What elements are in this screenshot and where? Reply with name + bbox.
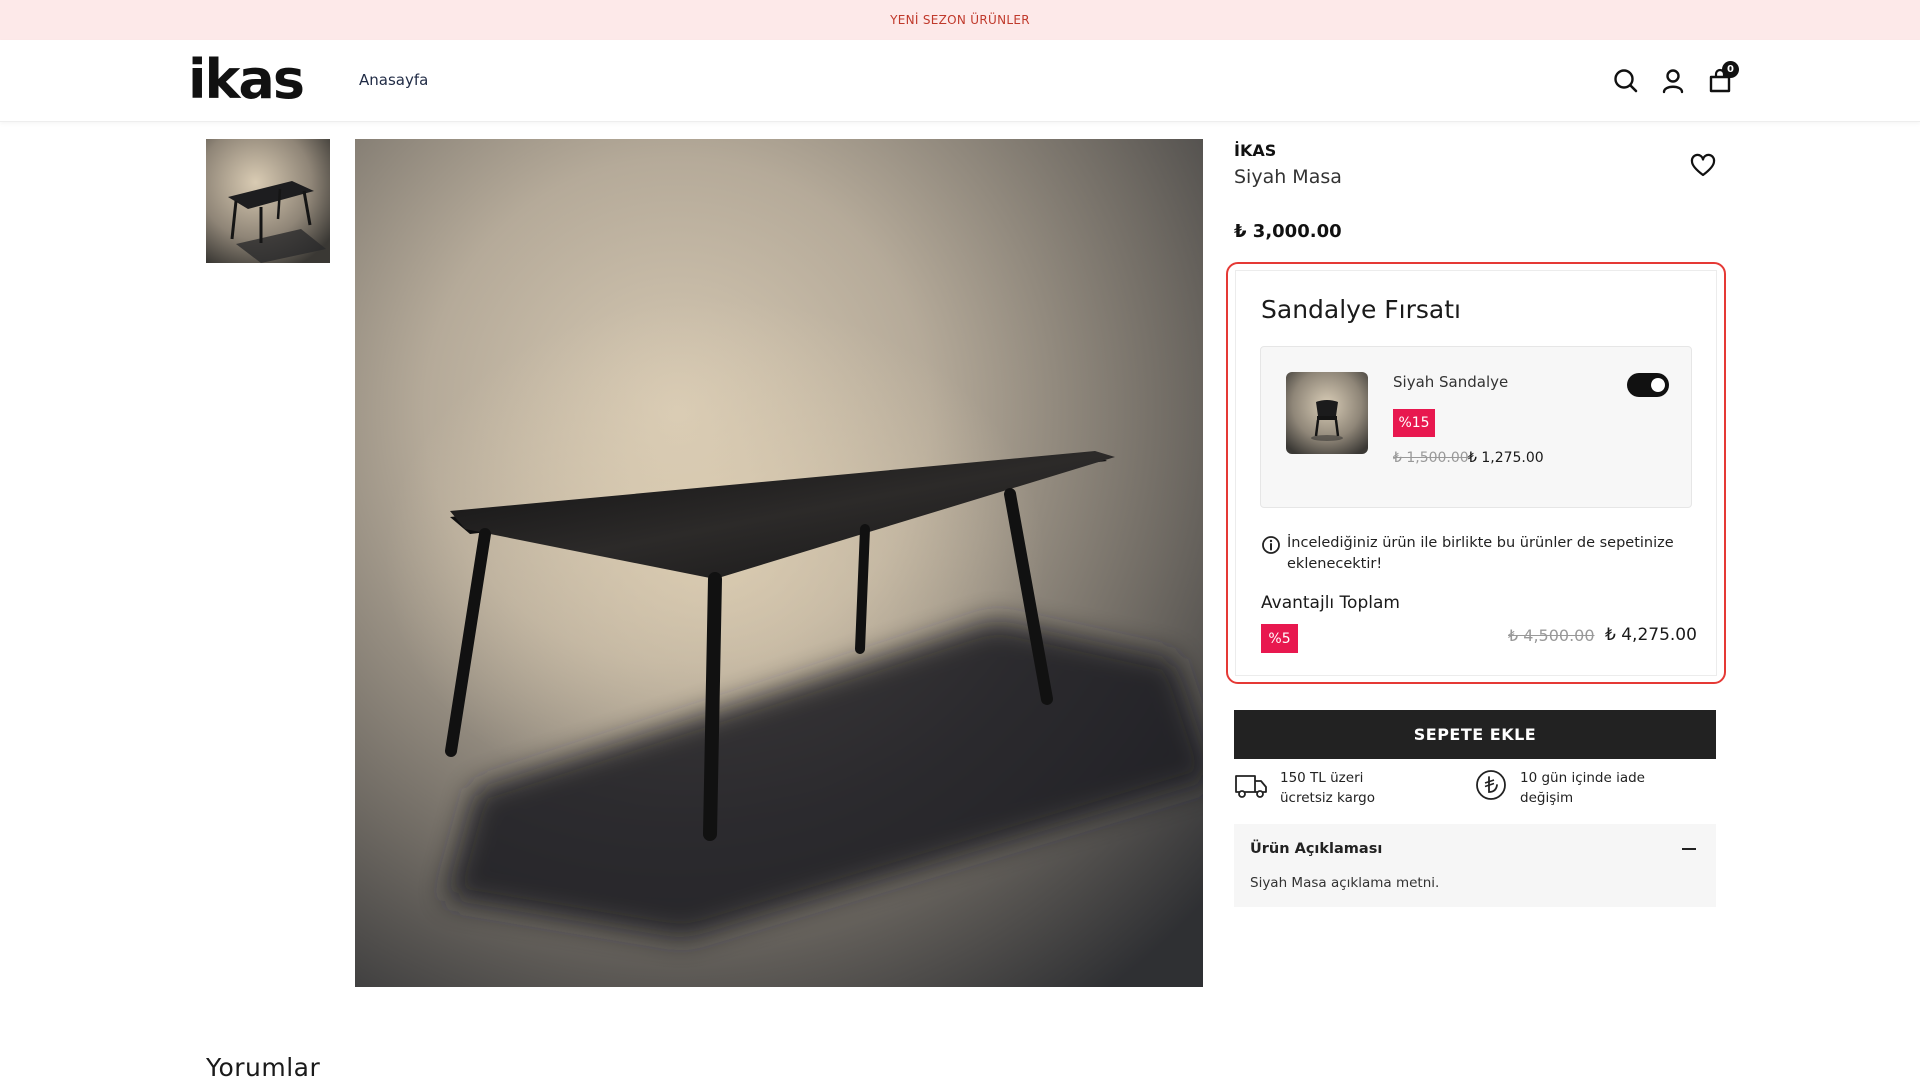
cart-icon[interactable]: 0 bbox=[1706, 61, 1739, 95]
add-to-cart-button[interactable]: SEPETE EKLE bbox=[1234, 710, 1716, 759]
total-discount-badge: %5 bbox=[1261, 624, 1298, 653]
info-icon bbox=[1261, 535, 1281, 555]
feature-return-text: 10 gün içinde iade değişim bbox=[1520, 770, 1645, 806]
description-text: Siyah Masa açıklama metni. bbox=[1250, 875, 1440, 891]
heart-icon[interactable] bbox=[1690, 153, 1716, 179]
product-name: Siyah Masa bbox=[1234, 166, 1342, 188]
bundle-item-name: Siyah Sandalye bbox=[1393, 373, 1509, 391]
total-old-price: ₺ 4,500.00 bbox=[1508, 626, 1595, 645]
description-title[interactable]: Ürün Açıklaması bbox=[1250, 841, 1382, 857]
bundle-item-old-price: ₺ 1,500.00 bbox=[1393, 450, 1469, 466]
product-description-accordion: Ürün Açıklaması Siyah Masa açıklama metn… bbox=[1234, 824, 1716, 907]
logo[interactable]: ikas bbox=[188, 52, 305, 108]
truck-icon bbox=[1234, 768, 1268, 802]
chair-image bbox=[1286, 372, 1368, 454]
bundle-offer-item: Siyah Sandalye %15 ₺ 1,500.00 ₺ 1,275.00 bbox=[1260, 346, 1692, 508]
table-thumbnail[interactable] bbox=[206, 139, 330, 263]
advantage-total-title: Avantajlı Toplam bbox=[1261, 593, 1400, 613]
bundle-offer-panel: Sandalye Fırsatı Siyah Sandalye %15 ₺ 1,… bbox=[1235, 270, 1717, 676]
search-icon[interactable] bbox=[1612, 67, 1640, 95]
product-brand: İKAS bbox=[1234, 141, 1277, 160]
cart-count-badge: 0 bbox=[1722, 61, 1739, 78]
announcement-bar: YENİ SEZON ÜRÜNLER bbox=[0, 0, 1920, 40]
feature-return: 10 gün içinde iade değişim bbox=[1474, 768, 1660, 808]
reviews-heading: Yorumlar bbox=[206, 1053, 321, 1080]
bundle-item-discount-badge: %15 bbox=[1393, 409, 1435, 437]
product-main-image bbox=[355, 139, 1203, 987]
nav-link-home[interactable]: Anasayfa bbox=[359, 71, 428, 89]
lira-icon bbox=[1474, 768, 1508, 802]
product-price: ₺ 3,000.00 bbox=[1234, 221, 1342, 242]
announcement-text: YENİ SEZON ÜRÜNLER bbox=[890, 13, 1030, 27]
bundle-offer-title: Sandalye Fırsatı bbox=[1261, 295, 1461, 324]
toggle-knob bbox=[1651, 378, 1665, 392]
bundle-info-text: İncelediğiniz ürün ile birlikte bu ürünl… bbox=[1287, 535, 1674, 572]
feature-free-shipping: 150 TL üzeri ücretsiz kargo bbox=[1234, 768, 1420, 808]
total-new-price: ₺ 4,275.00 bbox=[1605, 625, 1697, 645]
feature-free-shipping-text: 150 TL üzeri ücretsiz kargo bbox=[1280, 770, 1375, 806]
site-header: ikas Anasayfa 0 bbox=[0, 40, 1920, 122]
bundle-item-toggle[interactable] bbox=[1627, 373, 1669, 397]
bundle-item-new-price: ₺ 1,275.00 bbox=[1468, 450, 1544, 466]
collapse-icon[interactable] bbox=[1682, 848, 1696, 850]
user-icon[interactable] bbox=[1659, 67, 1687, 95]
